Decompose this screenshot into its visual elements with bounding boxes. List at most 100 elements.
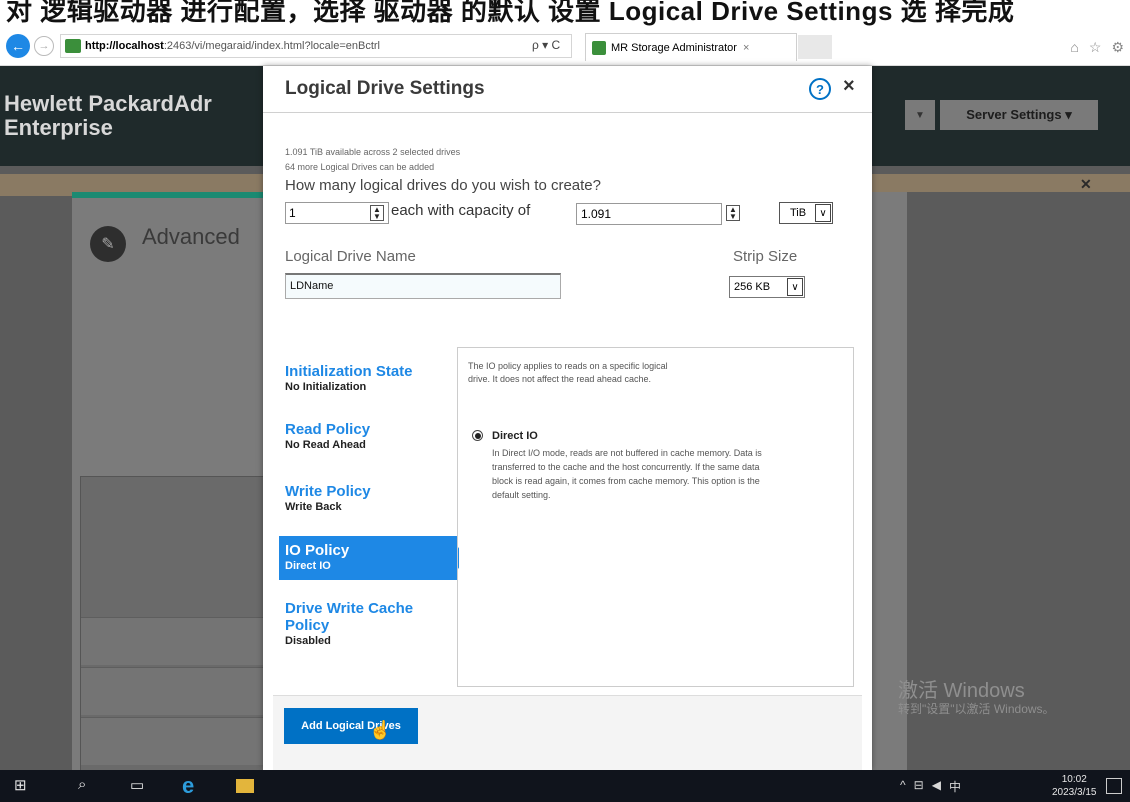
notification-close-icon[interactable]: ✕ xyxy=(1080,176,1092,193)
new-tab-button[interactable] xyxy=(798,35,832,59)
available-capacity-text: 1.091 TiB available across 2 selected dr… xyxy=(285,147,461,157)
back-button[interactable]: ← xyxy=(6,34,30,58)
remaining-drives-text: 64 more Logical Drives can be added xyxy=(285,162,435,172)
add-logical-drives-button[interactable]: Add Logical Drives xyxy=(284,708,418,744)
taskbar-clock[interactable]: 10:02 2023/3/15 xyxy=(1052,773,1097,799)
back-arrow-icon: ← xyxy=(11,38,25,54)
menu-item-value: No Read Ahead xyxy=(285,439,366,451)
page-icon xyxy=(65,39,81,53)
policy-detail: The IO policy applies to reads on a spec… xyxy=(457,347,854,687)
ie-browser-icon[interactable]: e xyxy=(182,773,194,799)
dialog-title: Logical Drive Settings xyxy=(285,78,485,99)
menu-item-label: Read Policy xyxy=(285,421,371,438)
forward-button[interactable]: → xyxy=(34,36,54,56)
unit-value: TiB xyxy=(790,207,807,219)
ld-name-input[interactable]: LDName xyxy=(285,273,561,299)
dialog-footer: Add Logical Drives ☝ xyxy=(273,695,862,770)
notification-icon[interactable] xyxy=(1106,778,1122,794)
search-icon[interactable]: ⌕ xyxy=(78,776,86,793)
browser-icons: ⌂ ☆ ⚙ xyxy=(1070,39,1124,56)
background-accent xyxy=(72,192,272,198)
wrench-icon: ✎ xyxy=(90,226,126,262)
list-item xyxy=(81,717,271,765)
document-text: 对 逻辑驱动器 进行配置，选择 驱动器 的默认 设置 Logical Drive… xyxy=(6,0,1015,26)
menu-item-label: Write Policy xyxy=(285,483,371,500)
taskbar: ⊞ ⌕ ▭ e ^ ⊟ ◀ 中 10:02 2023/3/15 xyxy=(0,770,1130,802)
favorites-icon[interactable]: ☆ xyxy=(1089,39,1102,56)
header-dropdown[interactable]: ▼ xyxy=(905,100,935,130)
strip-size-label: Strip Size xyxy=(733,248,798,265)
activation-watermark: 激活 Windows xyxy=(898,680,1025,702)
ld-name-label: Logical Drive Name xyxy=(285,248,416,265)
unit-select[interactable]: TiB ∨ xyxy=(779,202,833,224)
home-icon[interactable]: ⌂ xyxy=(1070,39,1078,56)
address-controls[interactable]: ρ ▾ C xyxy=(532,38,560,52)
direct-io-radio[interactable] xyxy=(472,430,483,441)
each-capacity-label: each with capacity of xyxy=(391,202,531,219)
chevron-down-icon: ▼ xyxy=(915,109,925,121)
document-text-strip: 对 逻辑驱动器 进行配置，选择 驱动器 的默认 设置 Logical Drive… xyxy=(0,0,1130,26)
forward-arrow-icon: → xyxy=(38,40,50,52)
quantity-value: 1 xyxy=(289,206,296,220)
menu-item-write-policy[interactable]: Write Policy Write Back xyxy=(279,479,457,525)
menu-item-label: Drive Write Cache Policy xyxy=(285,600,414,634)
screen: 对 逻辑驱动器 进行配置，选择 驱动器 的默认 设置 Logical Drive… xyxy=(0,0,1130,802)
capacity-input[interactable]: 1.091 xyxy=(576,203,722,225)
activation-watermark-sub: 转到"设置"以激活 Windows。 xyxy=(898,702,1055,716)
volume-icon[interactable]: ◀ xyxy=(932,778,941,795)
capacity-value: 1.091 xyxy=(581,207,612,221)
menu-item-io-policy[interactable]: IO Policy Direct IO xyxy=(279,536,457,580)
settings-icon[interactable]: ⚙ xyxy=(1111,39,1124,56)
tab-title: MR Storage Administrator xyxy=(611,41,737,54)
server-settings-button[interactable]: Server Settings ▾ xyxy=(940,100,1098,130)
menu-item-value: Direct IO xyxy=(285,560,331,572)
option-title: Direct IO xyxy=(492,430,538,442)
tab-favicon-icon xyxy=(592,40,606,55)
strip-size-value: 256 KB xyxy=(734,281,771,293)
option-description: In Direct I/O mode, reads are not buffer… xyxy=(492,448,762,500)
background-drive-list xyxy=(80,476,271,770)
menu-item-initialization-state[interactable]: Initialization State No Initialization xyxy=(279,359,457,405)
list-item xyxy=(81,667,271,715)
page-heading: Advanced xyxy=(142,224,240,249)
task-view-icon[interactable]: ▭ xyxy=(130,776,144,794)
radio-selected-dot xyxy=(474,432,481,439)
address-bar[interactable]: http://localhost:2463/vi/megaraid/index.… xyxy=(60,34,572,58)
help-icon[interactable]: ? xyxy=(809,78,831,100)
menu-item-drive-write-cache-policy[interactable]: Drive Write Cache Policy Disabled xyxy=(279,596,457,666)
divider xyxy=(263,112,872,113)
policy-description: The IO policy applies to reads on a spec… xyxy=(468,361,668,384)
browser-toolbar: ← → http://localhost:2463/vi/megaraid/in… xyxy=(0,26,1130,66)
quantity-question: How many logical drives do you wish to c… xyxy=(285,177,601,194)
menu-item-label: IO Policy xyxy=(285,542,350,559)
ld-name-value: LDName xyxy=(290,280,334,292)
menu-item-value: Write Back xyxy=(285,501,342,513)
strip-size-select[interactable]: 256 KB ∨ xyxy=(729,276,805,298)
quantity-stepper[interactable]: 1 ▲ ▼ xyxy=(285,202,389,224)
windows-start-icon[interactable]: ⊞ xyxy=(14,776,27,794)
policy-menu: Initialization State No Initialization R… xyxy=(279,347,459,687)
brand-logo: Hewlett PackardAdr Enterprise xyxy=(4,91,212,140)
ime-indicator[interactable]: 中 xyxy=(949,778,961,795)
browser-tab[interactable]: MR Storage Administrator × xyxy=(585,33,797,61)
clock-date: 2023/3/15 xyxy=(1052,787,1097,798)
chevron-up-icon[interactable]: ^ xyxy=(900,778,906,795)
logical-drive-settings-dialog: Logical Drive Settings ? × 1.091 TiB ava… xyxy=(263,66,872,770)
system-tray: ^ ⊟ ◀ 中 xyxy=(900,778,961,795)
tab-close-icon[interactable]: × xyxy=(743,42,749,54)
file-explorer-icon[interactable] xyxy=(236,779,254,793)
chevron-down-icon: ∨ xyxy=(787,278,803,296)
network-icon[interactable]: ⊟ xyxy=(914,778,924,795)
spinner-icon[interactable]: ▲ ▼ xyxy=(370,205,384,221)
list-item xyxy=(81,617,271,665)
menu-item-read-policy[interactable]: Read Policy No Read Ahead xyxy=(279,417,457,463)
capacity-spinner-icon[interactable]: ▲ ▼ xyxy=(726,205,740,221)
chevron-down-icon: ∨ xyxy=(815,204,831,222)
clock-time: 10:02 xyxy=(1061,774,1087,785)
close-icon[interactable]: × xyxy=(843,75,855,98)
hand-cursor-icon: ☝ xyxy=(369,720,392,740)
menu-item-value: No Initialization xyxy=(285,381,367,393)
menu-item-value: Disabled xyxy=(285,635,331,647)
url-host: http://localhost xyxy=(85,40,164,52)
policy-settings-panel: Initialization State No Initialization R… xyxy=(279,347,854,687)
